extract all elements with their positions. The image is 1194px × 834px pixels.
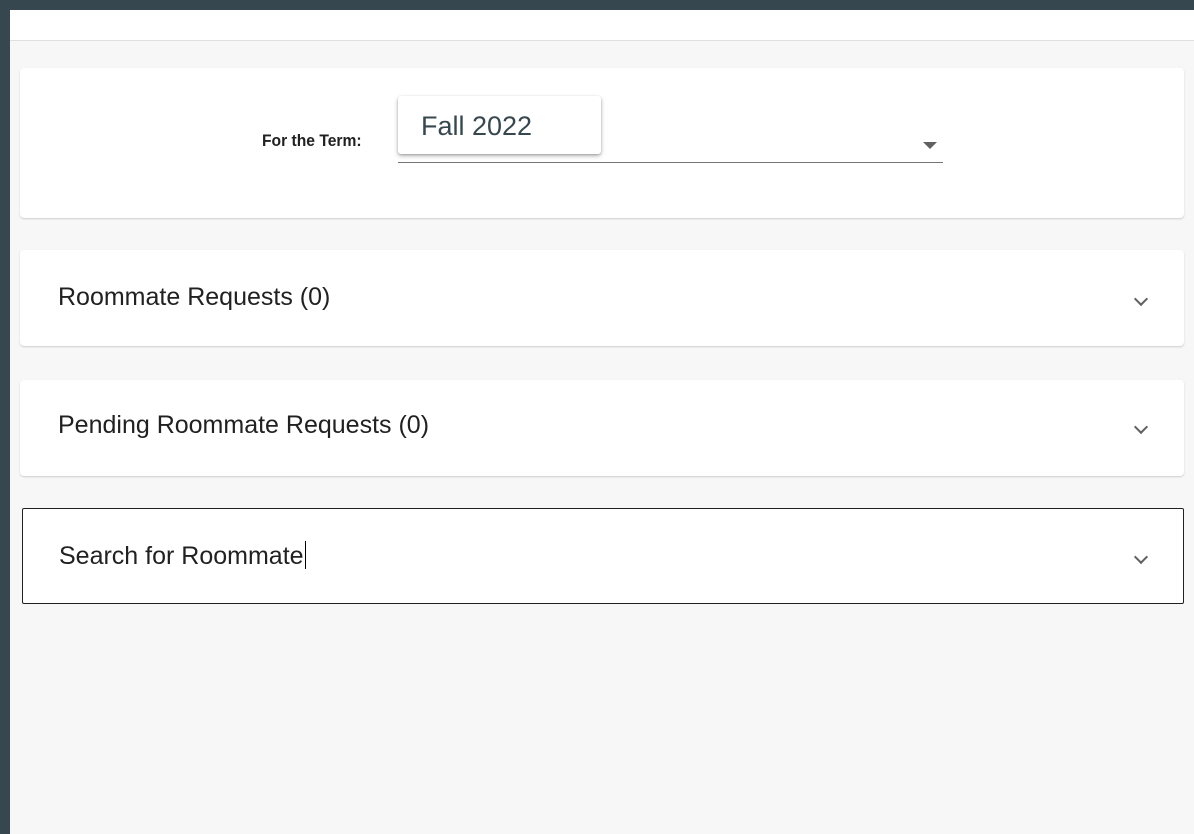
top-bar — [10, 10, 1194, 41]
term-card: For the Term: Fall 2022 — [20, 68, 1184, 218]
pending-roommate-requests-panel[interactable]: Pending Roommate Requests (0) — [20, 380, 1184, 476]
chevron-down-icon[interactable] — [1133, 549, 1149, 565]
caret-down-icon[interactable] — [923, 142, 937, 149]
roommate-requests-panel[interactable]: Roommate Requests (0) — [20, 250, 1184, 346]
text-caret — [304, 541, 306, 569]
term-select-menu: Fall 2022 — [398, 96, 601, 154]
app-frame: For the Term: Fall 2022 Roommate Request… — [10, 10, 1194, 834]
pending-roommate-requests-title: Pending Roommate Requests (0) — [58, 411, 430, 439]
chevron-down-icon[interactable] — [1133, 291, 1149, 307]
search-for-roommate-label: Search for Roommate — [59, 542, 304, 570]
term-label: For the Term: — [262, 131, 362, 150]
chevron-down-icon[interactable] — [1133, 419, 1149, 435]
search-for-roommate-panel[interactable]: Search for Roommate — [22, 508, 1184, 604]
term-option-selected[interactable]: Fall 2022 — [421, 111, 532, 142]
search-for-roommate-title: Search for Roommate — [59, 541, 306, 571]
roommate-requests-title: Roommate Requests (0) — [58, 283, 331, 311]
